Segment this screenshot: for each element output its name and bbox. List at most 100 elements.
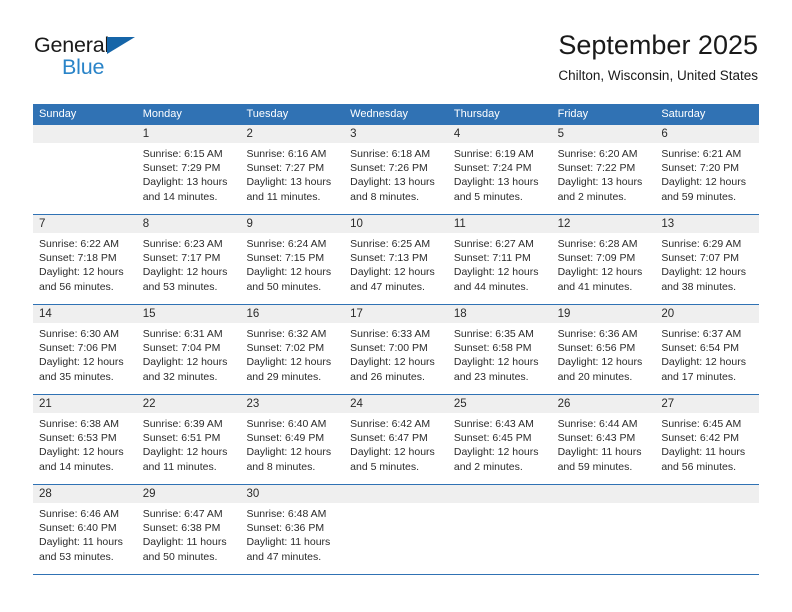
day-detail-line: Daylight: 13 hours xyxy=(350,176,435,189)
day-detail-line: Sunrise: 6:29 AM xyxy=(661,238,742,250)
day-details: Sunrise: 6:16 AM Sunset: 7:27 PM Daylight:… xyxy=(240,143,344,204)
calendar-day-cell[interactable]: 21 Sunrise: 6:38 AM Sunset: 6:53 PM Dayligh… xyxy=(33,395,137,484)
day-detail-line: Daylight: 12 hours xyxy=(661,356,746,369)
day-number: 15 xyxy=(136,305,241,323)
calendar-day-cell[interactable]: 10 Sunrise: 6:25 AM Sunset: 7:13 PM Dayligh… xyxy=(344,215,448,304)
calendar-day-cell[interactable]: 2 Sunrise: 6:16 AM Sunset: 7:27 PM Daylight… xyxy=(240,125,345,214)
day-detail-line: Sunset: 6:45 PM xyxy=(453,432,532,445)
calendar-day-cell[interactable]: 20 Sunrise: 6:37 AM Sunset: 6:54 PM Dayligh… xyxy=(655,305,760,394)
day-detail-line: Daylight: 12 hours xyxy=(142,356,228,369)
day-number: 28 xyxy=(33,485,137,503)
calendar-day-cell[interactable]: 19 Sunrise: 6:36 AM Sunset: 6:56 PM Dayligh… xyxy=(551,305,656,394)
calendar-day-cell[interactable]: 18 Sunrise: 6:35 AM Sunset: 6:58 PM Dayligh… xyxy=(447,305,552,394)
day-detail-line: Sunrise: 6:48 AM xyxy=(246,508,327,520)
day-detail-line: Sunrise: 6:33 AM xyxy=(350,328,431,340)
day-details: Sunrise: 6:39 AM Sunset: 6:51 PM Daylight:… xyxy=(137,413,241,474)
calendar-day-cell[interactable]: 12 Sunrise: 6:28 AM Sunset: 7:09 PM Dayligh… xyxy=(551,215,656,304)
day-number: 3 xyxy=(344,125,448,143)
day-detail-line: Daylight: 12 hours xyxy=(453,356,539,369)
day-detail-line: Daylight: 11 hours xyxy=(661,446,746,459)
day-detail-line: and 29 minutes. xyxy=(246,370,322,383)
day-detail-line: and 53 minutes. xyxy=(39,550,114,563)
day-detail-line: Sunset: 7:29 PM xyxy=(142,162,221,175)
calendar-day-cell[interactable]: 1 Sunrise: 6:15 AM Sunset: 7:29 PM Daylight… xyxy=(136,125,241,214)
calendar-day-cell[interactable]: 15 Sunrise: 6:31 AM Sunset: 7:04 PM Dayligh… xyxy=(136,305,241,394)
day-detail-line: and 56 minutes. xyxy=(661,460,737,473)
day-details: Sunrise: 6:44 AM Sunset: 6:43 PM Daylight:… xyxy=(552,413,656,474)
day-detail-line: and 47 minutes. xyxy=(246,550,322,563)
day-detail-line: Daylight: 12 hours xyxy=(661,176,746,189)
day-details: Sunrise: 6:25 AM Sunset: 7:13 PM Daylight:… xyxy=(344,233,448,294)
day-details: Sunrise: 6:38 AM Sunset: 6:53 PM Daylight:… xyxy=(33,413,137,474)
calendar-day-cell[interactable]: 29 Sunrise: 6:47 AM Sunset: 6:38 PM Dayligh… xyxy=(136,485,241,574)
day-detail-line: and 11 minutes. xyxy=(246,190,321,203)
calendar-day-cell[interactable]: 7 Sunrise: 6:22 AM Sunset: 7:18 PM Daylight… xyxy=(33,215,137,304)
day-detail-line: and 50 minutes. xyxy=(246,280,322,293)
day-details: Sunrise: 6:48 AM Sunset: 6:36 PM Daylight:… xyxy=(240,503,344,564)
day-details: Sunrise: 6:32 AM Sunset: 7:02 PM Daylight:… xyxy=(240,323,344,384)
day-details: Sunrise: 6:19 AM Sunset: 7:24 PM Daylight:… xyxy=(448,143,552,204)
calendar-day-cell[interactable]: 23 Sunrise: 6:40 AM Sunset: 6:49 PM Dayligh… xyxy=(240,395,345,484)
weekday-header-friday: Friday xyxy=(557,108,589,120)
day-detail-line: and 14 minutes. xyxy=(142,190,218,203)
calendar-day-cell[interactable]: 9 Sunrise: 6:24 AM Sunset: 7:15 PM Daylight… xyxy=(240,215,345,304)
calendar-day-cell[interactable]: 17 Sunrise: 6:33 AM Sunset: 7:00 PM Dayligh… xyxy=(344,305,448,394)
general-blue-logo[interactable]: General Blue xyxy=(34,33,234,83)
day-number: 29 xyxy=(136,485,241,503)
weekday-header-thursday: Thursday xyxy=(453,108,500,120)
day-number: 19 xyxy=(551,305,656,323)
calendar-day-cell[interactable]: 30 Sunrise: 6:48 AM Sunset: 6:36 PM Dayligh… xyxy=(240,485,345,574)
day-details: Sunrise: 6:37 AM Sunset: 6:54 PM Daylight:… xyxy=(655,323,759,384)
day-detail-line: Sunset: 6:40 PM xyxy=(39,522,117,535)
day-detail-line: Sunrise: 6:16 AM xyxy=(246,148,327,160)
calendar-day-cell[interactable]: 25 Sunrise: 6:43 AM Sunset: 6:45 PM Dayligh… xyxy=(447,395,552,484)
calendar-day-cell-empty xyxy=(344,485,448,574)
day-detail-line: Sunset: 6:49 PM xyxy=(246,432,325,445)
calendar-day-cell[interactable]: 4 Sunrise: 6:19 AM Sunset: 7:24 PM Daylight… xyxy=(447,125,552,214)
calendar-day-cell[interactable]: 16 Sunrise: 6:32 AM Sunset: 7:02 PM Dayligh… xyxy=(240,305,345,394)
day-number: 25 xyxy=(447,395,552,413)
day-details: Sunrise: 6:33 AM Sunset: 7:00 PM Daylight:… xyxy=(344,323,448,384)
day-detail-line: Daylight: 12 hours xyxy=(350,446,435,459)
calendar-day-cell[interactable]: 22 Sunrise: 6:39 AM Sunset: 6:51 PM Dayligh… xyxy=(136,395,241,484)
logo-text-blue: Blue xyxy=(62,55,105,79)
calendar-day-cell[interactable]: 8 Sunrise: 6:23 AM Sunset: 7:17 PM Daylight… xyxy=(136,215,241,304)
day-details: Sunrise: 6:42 AM Sunset: 6:47 PM Daylight:… xyxy=(344,413,448,474)
calendar-day-cell[interactable]: 27 Sunrise: 6:45 AM Sunset: 6:42 PM Dayligh… xyxy=(655,395,760,484)
day-details: Sunrise: 6:28 AM Sunset: 7:09 PM Daylight:… xyxy=(552,233,656,294)
day-detail-line: Daylight: 12 hours xyxy=(142,266,228,279)
day-details: Sunrise: 6:40 AM Sunset: 6:49 PM Daylight:… xyxy=(240,413,344,474)
calendar-day-cell[interactable]: 24 Sunrise: 6:42 AM Sunset: 6:47 PM Dayligh… xyxy=(344,395,448,484)
calendar-day-cell[interactable]: 14 Sunrise: 6:30 AM Sunset: 7:06 PM Dayligh… xyxy=(33,305,137,394)
day-detail-line: Daylight: 12 hours xyxy=(557,356,643,369)
calendar-day-cell[interactable]: 5 Sunrise: 6:20 AM Sunset: 7:22 PM Daylight… xyxy=(551,125,656,214)
calendar-day-cell[interactable]: 28 Sunrise: 6:46 AM Sunset: 6:40 PM Dayligh… xyxy=(33,485,137,574)
day-detail-line: Sunrise: 6:27 AM xyxy=(453,238,534,250)
day-detail-line: Sunrise: 6:36 AM xyxy=(557,328,638,340)
day-detail-line: Sunset: 7:13 PM xyxy=(350,252,428,265)
day-details: Sunrise: 6:36 AM Sunset: 6:56 PM Daylight:… xyxy=(552,323,656,384)
calendar-day-cell[interactable]: 3 Sunrise: 6:18 AM Sunset: 7:26 PM Daylight… xyxy=(344,125,448,214)
day-detail-line: and 32 minutes. xyxy=(142,370,218,383)
day-number: 1 xyxy=(136,125,241,143)
calendar-day-cell[interactable]: 6 Sunrise: 6:21 AM Sunset: 7:20 PM Daylight… xyxy=(655,125,760,214)
calendar-day-cell[interactable]: 13 Sunrise: 6:29 AM Sunset: 7:07 PM Dayligh… xyxy=(655,215,760,304)
weekday-header-saturday: Saturday xyxy=(661,108,706,120)
weekday-header-tuesday: Tuesday xyxy=(246,108,289,120)
day-details: Sunrise: 6:20 AM Sunset: 7:22 PM Daylight:… xyxy=(552,143,656,204)
day-number: 16 xyxy=(240,305,345,323)
day-detail-line: Sunrise: 6:42 AM xyxy=(350,418,431,430)
calendar-week-row: 1 Sunrise: 6:15 AM Sunset: 7:29 PM Daylight… xyxy=(33,125,760,214)
day-detail-line: Sunrise: 6:24 AM xyxy=(246,238,327,250)
day-detail-line: Sunrise: 6:35 AM xyxy=(453,328,534,340)
calendar-day-cell[interactable]: 26 Sunrise: 6:44 AM Sunset: 6:43 PM Dayligh… xyxy=(551,395,656,484)
calendar-day-cell-empty xyxy=(551,485,656,574)
day-detail-line: and 50 minutes. xyxy=(142,550,218,563)
day-details: Sunrise: 6:24 AM Sunset: 7:15 PM Daylight:… xyxy=(240,233,344,294)
calendar-day-cell[interactable]: 11 Sunrise: 6:27 AM Sunset: 7:11 PM Dayligh… xyxy=(447,215,552,304)
calendar-week-row: 28 Sunrise: 6:46 AM Sunset: 6:40 PM Dayligh… xyxy=(33,484,760,575)
day-detail-line: Sunset: 7:02 PM xyxy=(246,342,325,355)
day-detail-line: Sunrise: 6:30 AM xyxy=(39,328,119,340)
day-number: 20 xyxy=(655,305,760,323)
day-details: Sunrise: 6:43 AM Sunset: 6:45 PM Daylight:… xyxy=(448,413,552,474)
